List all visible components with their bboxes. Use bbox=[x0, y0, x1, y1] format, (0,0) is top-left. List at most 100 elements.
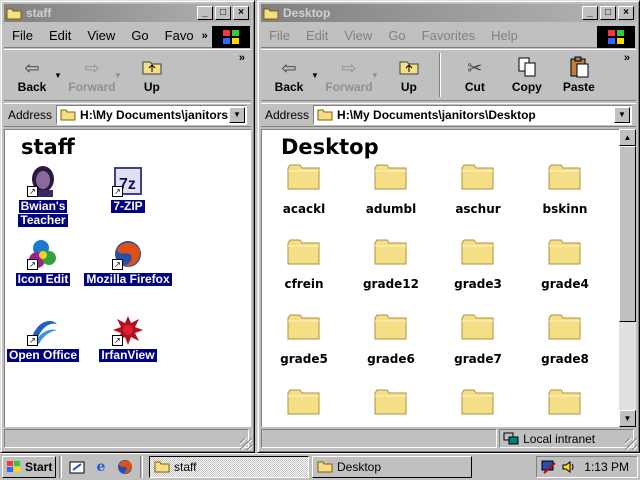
folder-item[interactable]: grade7 bbox=[438, 313, 518, 366]
folder-item[interactable]: grade5 bbox=[264, 313, 344, 366]
folder-item[interactable]: grade12 bbox=[351, 238, 431, 291]
network-icon[interactable] bbox=[541, 459, 557, 475]
clock[interactable]: 1:13 PM bbox=[584, 460, 629, 474]
status-bar bbox=[4, 429, 251, 449]
firefox-icon[interactable] bbox=[116, 458, 134, 476]
forward-dropdown-icon[interactable]: ▼ bbox=[114, 71, 122, 80]
back-dropdown-icon[interactable]: ▼ bbox=[54, 71, 62, 80]
up-button[interactable]: Up bbox=[128, 56, 176, 94]
folder-item[interactable] bbox=[438, 388, 518, 427]
task-label: staff bbox=[174, 460, 197, 474]
folder-icon bbox=[6, 6, 22, 20]
toolbar-more-chevron-icon[interactable]: » bbox=[239, 52, 245, 64]
back-button[interactable]: ⇦ Back bbox=[265, 56, 313, 94]
show-desktop-icon[interactable] bbox=[68, 458, 86, 476]
cut-button[interactable]: ✂ Cut bbox=[451, 56, 499, 94]
task-button-desktop[interactable]: Desktop bbox=[312, 456, 472, 478]
title-bar[interactable]: Desktop _ □ × bbox=[261, 4, 636, 22]
mozilla-firefox-shortcut[interactable]: ↗ Mozilla Firefox bbox=[83, 238, 173, 286]
folder-item[interactable]: grade6 bbox=[351, 313, 431, 366]
icon-label: 7-ZIP bbox=[111, 199, 145, 213]
volume-icon[interactable] bbox=[561, 459, 577, 475]
address-text[interactable]: H:\My Documents\janitors bbox=[80, 108, 229, 122]
address-field[interactable]: H:\My Documents\janitors\Desktop ▼ bbox=[313, 105, 632, 125]
menu-file[interactable]: File bbox=[4, 28, 41, 43]
close-button[interactable]: × bbox=[233, 6, 249, 20]
folder-item[interactable] bbox=[264, 388, 344, 427]
menu-view[interactable]: View bbox=[79, 28, 123, 43]
vertical-scrollbar[interactable]: ▲ ▼ bbox=[619, 129, 636, 427]
forward-arrow-icon: ⇨ bbox=[84, 58, 100, 78]
folder-icon bbox=[461, 389, 494, 415]
menu-view[interactable]: View bbox=[336, 28, 380, 43]
forward-button[interactable]: ⇨ Forward bbox=[68, 56, 116, 94]
start-button[interactable]: Start bbox=[2, 456, 56, 478]
open-office-shortcut[interactable]: ↗ Open Office bbox=[5, 314, 88, 362]
minimize-button[interactable]: _ bbox=[197, 6, 213, 20]
folder-item[interactable]: grade8 bbox=[525, 313, 605, 366]
address-dropdown-icon[interactable]: ▼ bbox=[229, 107, 245, 123]
folder-item[interactable]: bskinn bbox=[525, 163, 605, 216]
scroll-thumb[interactable] bbox=[619, 146, 636, 322]
menu-edit[interactable]: Edit bbox=[41, 28, 79, 43]
folder-item[interactable] bbox=[525, 388, 605, 427]
shortcut-arrow-icon: ↗ bbox=[112, 186, 123, 197]
task-button-staff[interactable]: staff bbox=[149, 456, 309, 478]
internet-explorer-icon[interactable]: e bbox=[92, 458, 110, 476]
menu-file[interactable]: File bbox=[261, 28, 298, 43]
menu-edit[interactable]: Edit bbox=[298, 28, 336, 43]
folder-label: grade8 bbox=[541, 352, 589, 366]
address-text[interactable]: H:\My Documents\janitors\Desktop bbox=[337, 108, 614, 122]
title-bar[interactable]: staff _ □ × bbox=[4, 4, 251, 22]
folder-item[interactable] bbox=[351, 388, 431, 427]
back-dropdown-icon[interactable]: ▼ bbox=[311, 71, 319, 80]
menu-go[interactable]: Go bbox=[380, 28, 413, 43]
irfanview-shortcut[interactable]: ↗ IrfanView bbox=[83, 314, 173, 362]
resize-grip-icon[interactable] bbox=[240, 438, 252, 450]
back-button[interactable]: ⇦ Back bbox=[8, 56, 56, 94]
forward-dropdown-icon[interactable]: ▼ bbox=[371, 71, 379, 80]
scroll-up-icon[interactable]: ▲ bbox=[619, 129, 636, 146]
folder-item[interactable]: grade4 bbox=[525, 238, 605, 291]
forward-button[interactable]: ⇨ Forward bbox=[325, 56, 373, 94]
folder-item[interactable]: grade3 bbox=[438, 238, 518, 291]
address-dropdown-icon[interactable]: ▼ bbox=[614, 107, 630, 123]
up-button[interactable]: Up bbox=[385, 56, 433, 94]
folder-label: acackl bbox=[282, 202, 326, 216]
scroll-down-icon[interactable]: ▼ bbox=[619, 410, 636, 427]
folder-item[interactable]: acackl bbox=[264, 163, 344, 216]
folder-label: grade7 bbox=[454, 352, 502, 366]
window-title: staff bbox=[26, 6, 52, 20]
folder-icon bbox=[60, 109, 76, 121]
folder-item[interactable]: adumbl bbox=[351, 163, 431, 216]
folder-view[interactable]: Desktop acackl adumbl aschur bskinn cfrein gr… bbox=[261, 129, 619, 427]
folder-item[interactable]: aschur bbox=[438, 163, 518, 216]
menu-more-chevron-icon[interactable]: » bbox=[202, 30, 208, 42]
menu-help[interactable]: Help bbox=[483, 28, 526, 43]
address-field[interactable]: H:\My Documents\janitors ▼ bbox=[56, 105, 247, 125]
folder-icon bbox=[263, 6, 279, 20]
minimize-button[interactable]: _ bbox=[582, 6, 598, 20]
icon-edit-shortcut[interactable]: ↗ Icon Edit bbox=[5, 238, 88, 286]
menu-favorites[interactable]: Favorites bbox=[414, 28, 483, 43]
system-tray: 1:13 PM bbox=[536, 456, 638, 478]
7zip-shortcut[interactable]: 7z ↗ 7-ZIP bbox=[83, 165, 173, 213]
staff-window: staff _ □ × File Edit View Go Favo » ⇦ B… bbox=[0, 0, 255, 453]
toolbar-more-chevron-icon[interactable]: » bbox=[624, 52, 630, 64]
paste-button[interactable]: Paste bbox=[555, 56, 603, 94]
maximize-button[interactable]: □ bbox=[215, 6, 231, 20]
resize-grip-icon[interactable] bbox=[625, 438, 637, 450]
close-button[interactable]: × bbox=[618, 6, 634, 20]
folder-label: aschur bbox=[455, 202, 501, 216]
menu-go[interactable]: Go bbox=[123, 28, 156, 43]
scissors-icon: ✂ bbox=[467, 58, 483, 78]
cut-label: Cut bbox=[464, 80, 485, 94]
menu-favorites[interactable]: Favo bbox=[157, 28, 202, 43]
maximize-button[interactable]: □ bbox=[600, 6, 616, 20]
toolbar: ⇦ Back ▼ ⇨ Forward ▼ Up » bbox=[4, 49, 251, 101]
folder-item[interactable]: cfrein bbox=[264, 238, 344, 291]
paste-label: Paste bbox=[562, 80, 595, 94]
copy-button[interactable]: Copy bbox=[503, 56, 551, 94]
folder-view[interactable]: staff ↗ Bwian's Teacher 7z ↗ 7-ZIP ↗ Ico… bbox=[4, 129, 251, 427]
bwians-teacher-shortcut[interactable]: ↗ Bwian's Teacher bbox=[5, 165, 88, 227]
